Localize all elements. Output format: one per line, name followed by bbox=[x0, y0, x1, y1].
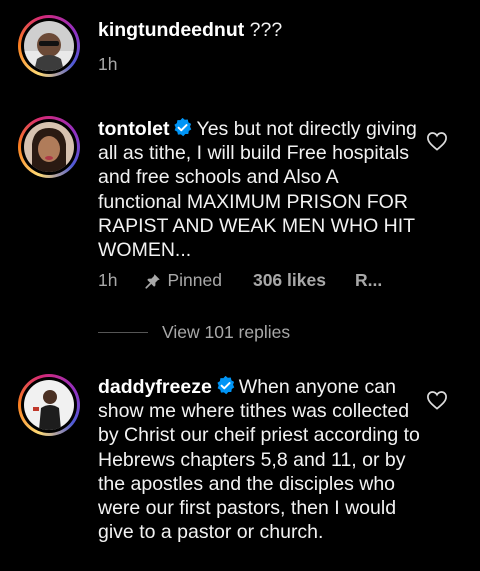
like-button[interactable] bbox=[426, 390, 448, 415]
reply-button[interactable]: R... bbox=[355, 270, 382, 291]
avatar-kingtundeednut[interactable] bbox=[18, 15, 80, 77]
comment-username[interactable]: kingtundeednut bbox=[98, 19, 244, 41]
pinned-label: Pinned bbox=[167, 270, 222, 290]
verified-badge-icon bbox=[174, 117, 192, 137]
likes-count[interactable]: 306 likes bbox=[253, 270, 326, 291]
heart-outline-icon bbox=[427, 391, 447, 410]
comment-username[interactable]: tontolet bbox=[98, 118, 169, 140]
replies-divider bbox=[98, 332, 148, 333]
comment-username[interactable]: daddyfreeze bbox=[98, 376, 212, 398]
verified-badge-icon bbox=[217, 375, 235, 395]
avatar-daddyfreeze[interactable] bbox=[18, 374, 80, 436]
avatar-tontolet[interactable] bbox=[18, 116, 80, 178]
view-replies-label[interactable]: View 101 replies bbox=[162, 322, 290, 343]
comment-time[interactable]: 1h bbox=[98, 54, 117, 75]
like-button[interactable] bbox=[426, 131, 448, 156]
comment-text: ??? bbox=[244, 19, 283, 41]
view-replies-button[interactable]: View 101 replies bbox=[98, 322, 290, 343]
comment-time[interactable]: 1h bbox=[98, 270, 117, 291]
comment-text: When anyone can show me where tithes was… bbox=[98, 376, 420, 544]
pin-icon bbox=[145, 273, 161, 289]
heart-outline-icon bbox=[427, 132, 447, 151]
